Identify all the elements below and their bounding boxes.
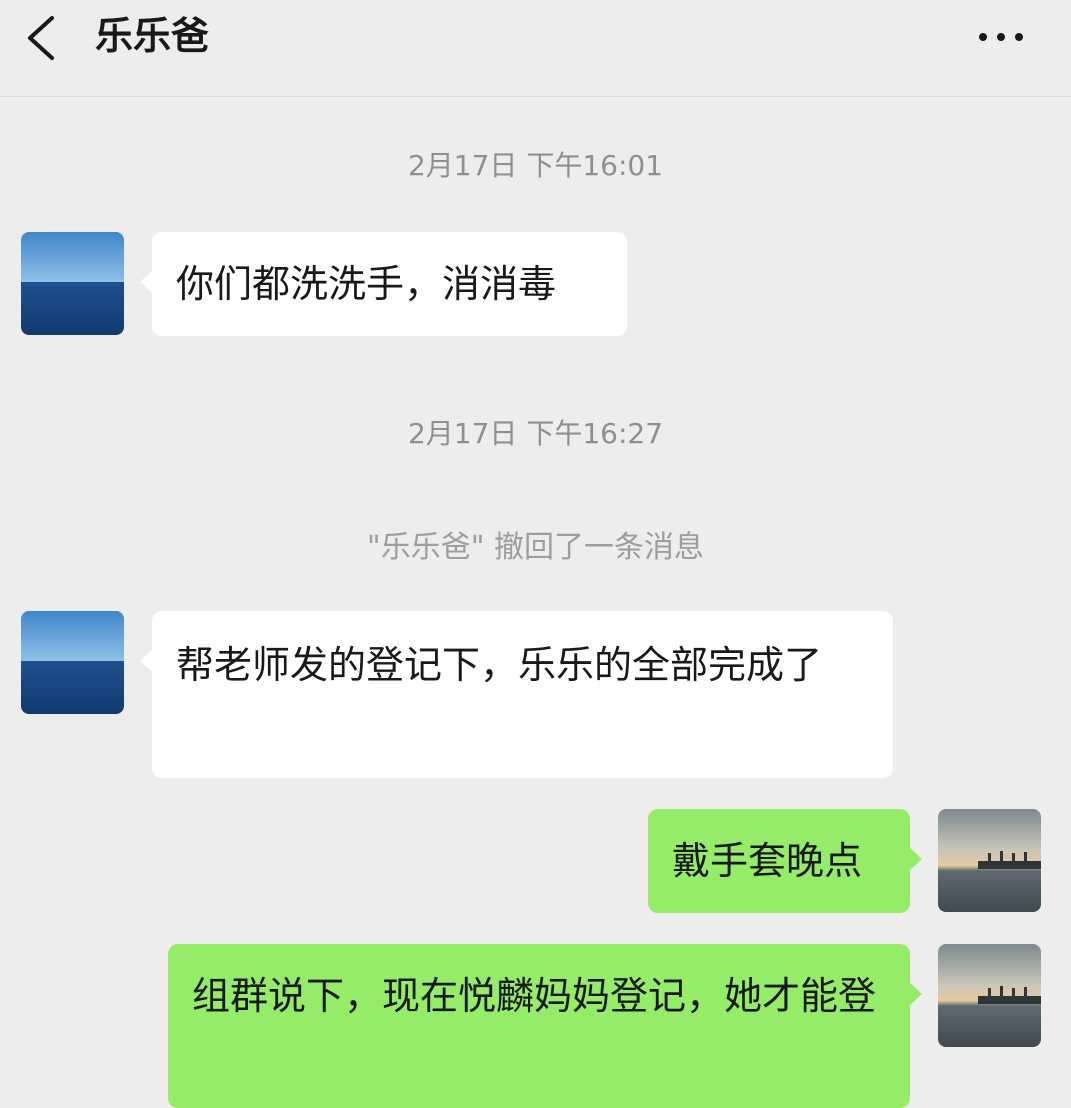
contact-avatar[interactable] (21, 611, 124, 714)
sea-horizon-avatar-icon (21, 232, 124, 335)
chevron-left-icon (28, 16, 54, 60)
harbor-sunset-avatar-icon (938, 809, 1041, 912)
incoming-message-bubble[interactable]: 帮老师发的登记下，乐乐的全部完成了 (140, 611, 893, 778)
chat-title: 乐乐爸 (95, 14, 210, 58)
more-options-button[interactable] (971, 22, 1031, 52)
contact-avatar[interactable] (21, 232, 124, 335)
bubble-tail (140, 270, 153, 294)
message-text: 组群说下，现在悦麟妈妈登记，她才能登 (192, 974, 877, 1018)
my-avatar[interactable] (938, 944, 1041, 1047)
sea-horizon-avatar-icon (21, 611, 124, 714)
more-dots-icon (979, 33, 1023, 41)
chat-header: 乐乐爸 (0, 0, 1071, 97)
harbor-sunset-avatar-icon (938, 944, 1041, 1047)
message-timestamp: 2月17日 下午16:01 (407, 149, 664, 182)
back-button[interactable] (18, 8, 68, 64)
incoming-message-bubble[interactable]: 你们都洗洗手，消消毒 (140, 232, 627, 336)
message-text: 帮老师发的登记下，乐乐的全部完成了 (176, 643, 823, 687)
outgoing-message-bubble[interactable]: 戴手套晚点 (648, 809, 922, 913)
message-timestamp: 2月17日 下午16:27 (407, 417, 664, 450)
bubble-tail (909, 847, 922, 871)
message-text: 戴手套晚点 (672, 839, 863, 883)
recalled-message-notice: "乐乐爸" 撤回了一条消息 (366, 530, 705, 565)
bubble-tail (140, 649, 153, 673)
bubble-tail (909, 982, 922, 1006)
my-avatar[interactable] (938, 809, 1041, 912)
message-text: 你们都洗洗手，消消毒 (176, 262, 557, 306)
outgoing-message-bubble[interactable]: 组群说下，现在悦麟妈妈登记，她才能登 (168, 944, 922, 1108)
